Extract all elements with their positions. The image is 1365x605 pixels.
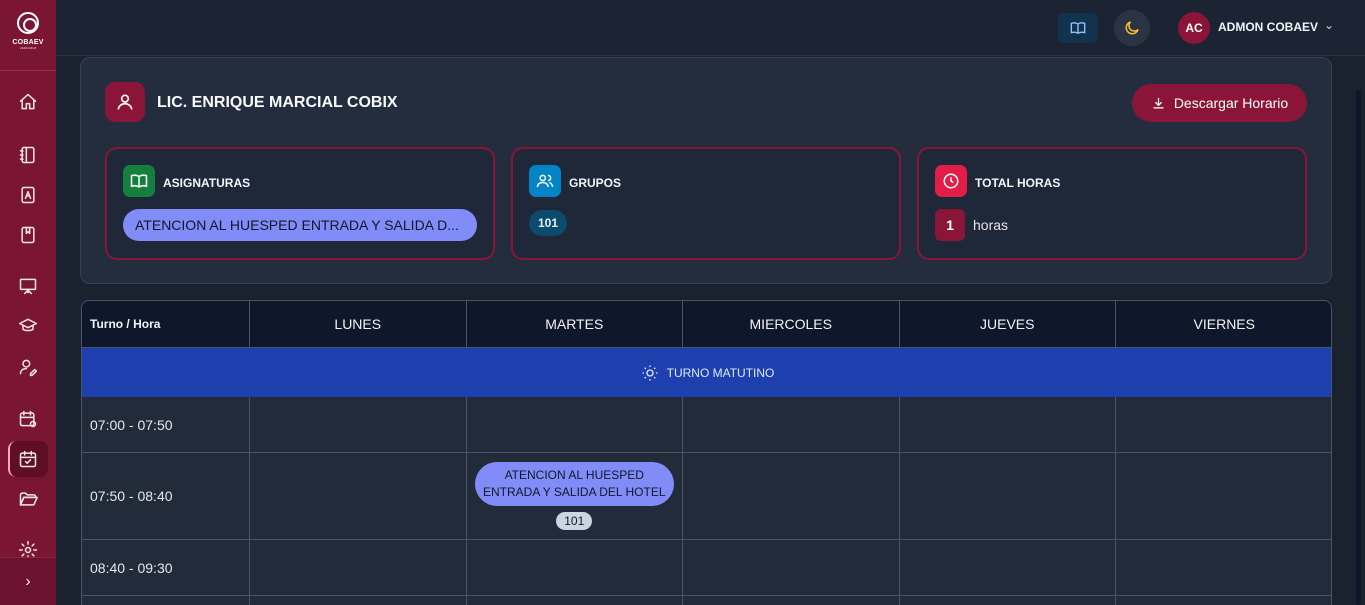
logo-mark [17,12,39,34]
day-header-martes: MARTES [467,301,683,347]
time-label: 07:00 - 07:50 [82,397,250,452]
sidebar-expand-button[interactable]: › [0,557,56,605]
download-icon [1153,97,1164,108]
book-open-icon [1070,22,1086,35]
schedule-cell[interactable] [467,596,683,605]
avatar[interactable]: AC [1178,12,1210,44]
user-icon [105,82,145,122]
notebook-icon[interactable] [16,143,40,167]
schedule-cell[interactable] [1116,453,1331,539]
schedule-cell[interactable] [467,397,683,452]
bookmark-book-icon[interactable] [16,223,40,247]
calendar-check-icon[interactable] [16,447,40,471]
schedule-cell[interactable] [1116,596,1331,605]
schedule-cell[interactable] [900,540,1116,595]
day-header-miercoles: MIERCOLES [683,301,900,347]
time-label: 07:50 - 08:40 [82,453,250,539]
class-group-badge: 101 [556,512,593,530]
time-label [82,596,250,605]
graduation-cap-icon[interactable] [16,314,40,338]
schedule-cell[interactable] [1116,397,1331,452]
folder-open-icon[interactable] [16,487,40,511]
user-edit-icon[interactable] [16,355,40,379]
total-hours-title: TOTAL HORAS [975,176,1061,190]
day-header-jueves: JUEVES [900,301,1116,347]
schedule-cell[interactable] [900,596,1116,605]
users-icon [529,165,561,197]
schedule-cell[interactable] [250,397,467,452]
day-header-viernes: VIERNES [1193,316,1255,332]
day-header-lunes: LUNES [250,301,467,347]
total-hours-card: TOTAL HORAS 1 horas [917,147,1307,260]
groups-card: GRUPOS 101 [511,147,901,260]
schedule-cell[interactable] [900,453,1116,539]
logo-subtext: VERACRUZ [19,46,37,50]
theme-toggle-button[interactable] [1114,10,1150,46]
schedule-cell[interactable] [467,540,683,595]
subjects-title: ASIGNATURAS [163,176,251,190]
time-slot-row: 07:00 - 07:50 [82,397,1331,453]
schedule-cell[interactable] [683,397,900,452]
chevron-right-icon: › [25,572,31,590]
sidebar: COBAEV VERACRUZ › [0,0,56,605]
groups-title: GRUPOS [569,176,622,190]
user-name[interactable]: ADMON COBAEV [1218,20,1318,34]
subject-badge[interactable]: ATENCION AL HUESPED ENTRADA Y SALIDA D..… [123,209,477,241]
schedule-cell[interactable] [1116,540,1331,595]
schedule-cell[interactable] [250,596,467,605]
schedule-cell[interactable] [683,540,900,595]
top-header: AC ADMON COBAEV ⌄ [56,0,1365,56]
schedule-cell[interactable] [250,540,467,595]
teacher-summary-card: LIC. ENRIQUE MARCIAL COBIX Descargar Hor… [80,57,1332,284]
manual-button[interactable] [1058,13,1098,43]
chevron-down-icon[interactable]: ⌄ [1324,18,1334,32]
total-hours-value: 1 [935,209,965,241]
download-schedule-button[interactable]: Descargar Horario [1132,84,1307,122]
schedule-cell[interactable] [900,397,1116,452]
cobaev-logo[interactable]: COBAEV VERACRUZ [8,12,48,58]
time-slot-row: 08:40 - 09:30 [82,540,1331,596]
shift-row: TURNO MATUTINO [82,348,1331,397]
subjects-card: ASIGNATURAS ATENCION AL HUESPED ENTRADA … [105,147,495,260]
calendar-settings-icon[interactable] [16,407,40,431]
schedule-cell[interactable]: ATENCION AL HUESPED ENTRADA Y SALIDA DEL… [467,453,683,539]
page-scrollbar[interactable] [1356,90,1361,605]
schedule-cell[interactable] [683,453,900,539]
group-badge[interactable]: 101 [529,210,567,236]
download-schedule-label: Descargar Horario [1173,95,1289,111]
time-slot-row [82,596,1331,605]
schedule-header-row: Turno / Hora LUNES MARTES MIERCOLES JUEV… [82,301,1331,348]
sidebar-divider [0,70,56,71]
contact-book-icon[interactable] [16,183,40,207]
moon-icon [1125,21,1139,35]
home-icon[interactable] [16,90,40,114]
corner-header: Turno / Hora [82,301,250,347]
total-hours-unit: horas [973,217,1009,233]
class-entry[interactable]: ATENCION AL HUESPED ENTRADA Y SALIDA DEL… [474,462,674,530]
shift-label: TURNO MATUTINO [666,365,775,380]
time-slot-row: 07:50 - 08:40 ATENCION AL HUESPED ENTRAD… [82,453,1331,540]
schedule-table: Turno / Hora LUNES MARTES MIERCOLES JUEV… [81,300,1332,605]
presentation-icon[interactable] [16,274,40,298]
sun-icon [642,365,658,380]
time-label: 08:40 - 09:30 [82,540,250,595]
schedule-cell[interactable] [250,453,467,539]
class-subject[interactable]: ATENCION AL HUESPED ENTRADA Y SALIDA DEL… [474,462,674,506]
teacher-name: LIC. ENRIQUE MARCIAL COBIX [157,94,398,111]
book-open-icon [123,165,155,197]
schedule-cell[interactable] [683,596,900,605]
logo-text: COBAEV [12,39,44,46]
clock-icon [935,165,967,197]
